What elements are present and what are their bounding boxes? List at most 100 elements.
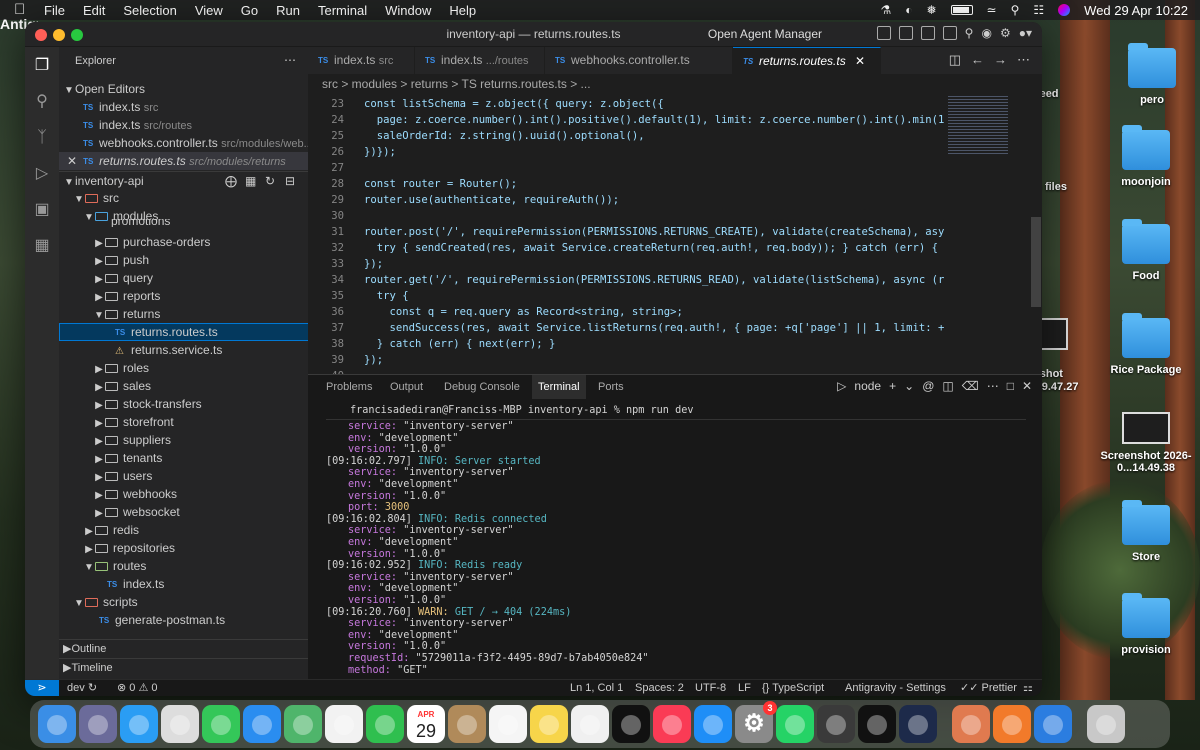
speedometer-icon[interactable]: ◐ bbox=[905, 3, 912, 17]
gear-icon[interactable]: ⚙ bbox=[1000, 26, 1011, 40]
code-line[interactable]: 33}); bbox=[308, 256, 944, 272]
desktop-item-rice-package[interactable]: Rice Package bbox=[1101, 313, 1191, 376]
code-line[interactable]: 31 router.post('/', requirePermission(PER… bbox=[308, 224, 982, 240]
problems-indicator[interactable]: ⊗ 0 ⚠ 0 bbox=[117, 680, 158, 696]
split-terminal-icon[interactable]: ◫ bbox=[942, 379, 953, 393]
code-line[interactable]: 25 saleOrderId: z.string().uuid().option… bbox=[308, 128, 944, 144]
open-agent-manager-button[interactable]: Open Agent Manager bbox=[708, 27, 822, 41]
dock-app-launchpad[interactable] bbox=[79, 705, 117, 743]
open-editor-item[interactable]: TS index.ts src bbox=[59, 98, 308, 116]
dock-app-screen-sharing[interactable] bbox=[1034, 705, 1072, 743]
menu-help[interactable]: Help bbox=[449, 3, 476, 18]
dock-app-tiktok[interactable] bbox=[858, 705, 896, 743]
copilot-icon[interactable]: @ bbox=[922, 379, 934, 393]
code-line[interactable]: 34 router.get('/', requirePermission(PERM… bbox=[308, 272, 982, 288]
go-back-icon[interactable]: ← bbox=[971, 52, 984, 68]
tree-folder-query[interactable]: ▶ query bbox=[59, 269, 308, 287]
desktop-item-moonjoin[interactable]: moonjoin bbox=[1101, 125, 1191, 188]
code-line[interactable]: 27 bbox=[308, 160, 944, 176]
wifi-icon[interactable]: ≃ bbox=[987, 3, 997, 17]
code-line[interactable]: 23 const listSchema = z.object({ query: z… bbox=[308, 96, 944, 112]
open-editor-item-active[interactable]: ✕ TS returns.routes.ts src/modules/returns bbox=[59, 152, 308, 170]
desktop-item-pero[interactable]: pero bbox=[1107, 43, 1197, 106]
dock-app-finder[interactable] bbox=[38, 705, 76, 743]
tab-ports[interactable]: Ports bbox=[598, 375, 624, 399]
dock-app-iphone-mirroring[interactable] bbox=[817, 705, 855, 743]
tree-folder-webhooks[interactable]: ▶ webhooks bbox=[59, 485, 308, 503]
search-icon[interactable]: ⚲ bbox=[33, 93, 51, 111]
control-center-icon[interactable]: ☷ bbox=[1033, 3, 1044, 17]
run-debug-icon[interactable]: ▷ bbox=[33, 165, 51, 183]
indentation[interactable]: Spaces: 2 bbox=[635, 680, 684, 696]
desktop-item-provision[interactable]: provision bbox=[1101, 593, 1191, 656]
tab-terminal[interactable]: Terminal bbox=[532, 375, 586, 399]
new-file-icon[interactable]: ⨁ bbox=[225, 172, 237, 190]
dock-app-music[interactable] bbox=[653, 705, 691, 743]
code-editor[interactable]: 23 const listSchema = z.object({ query: z… bbox=[308, 94, 1042, 374]
dock-app-safari[interactable] bbox=[120, 705, 158, 743]
tree-folder-suppliers[interactable]: ▶ suppliers bbox=[59, 431, 308, 449]
notifications-icon[interactable]: ⚏ bbox=[1023, 680, 1033, 696]
tree-file-generate-postman[interactable]: TS generate-postman.ts bbox=[59, 611, 308, 629]
outline-section[interactable]: ▶Outline bbox=[59, 639, 308, 658]
close-icon[interactable]: ✕ bbox=[67, 154, 77, 168]
more-actions-icon[interactable]: ⋯ bbox=[987, 379, 999, 393]
code-line[interactable]: 39}); bbox=[308, 352, 944, 368]
code-line[interactable]: 35 try { bbox=[308, 288, 944, 304]
settings-indicator[interactable]: Antigravity - Settings bbox=[845, 680, 946, 696]
toggle-secondary-sidebar-icon[interactable] bbox=[920, 26, 935, 40]
dock-app-contacts[interactable] bbox=[448, 705, 486, 743]
open-editor-item[interactable]: TS index.ts src/routes bbox=[59, 116, 308, 134]
new-folder-icon[interactable]: ▦ bbox=[245, 172, 256, 190]
menu-edit[interactable]: Edit bbox=[83, 3, 105, 18]
dock-app-claude[interactable] bbox=[952, 705, 990, 743]
editor-scrollbar[interactable] bbox=[1031, 217, 1041, 307]
tree-folder-purchase-orders[interactable]: ▶ purchase-orders bbox=[59, 233, 308, 251]
tree-folder-roles[interactable]: ▶ roles bbox=[59, 359, 308, 377]
account-icon[interactable]: ●▾ bbox=[1019, 26, 1032, 40]
menu-run[interactable]: Run bbox=[276, 3, 300, 18]
tree-file-returns-routes[interactable]: TS returns.routes.ts bbox=[59, 323, 308, 341]
tree-file-returns-service[interactable]: ⚠ returns.service.ts bbox=[59, 341, 308, 359]
source-control-icon[interactable]: ᛉ bbox=[33, 129, 51, 147]
close-icon[interactable]: ✕ bbox=[855, 54, 865, 68]
language-mode[interactable]: {} TypeScript bbox=[762, 680, 824, 696]
code-line[interactable]: 26})}); bbox=[308, 144, 944, 160]
desktop-item-screenshot[interactable]: Screenshot 2026-0...14.49.38 bbox=[1100, 412, 1192, 474]
terminal-shell-name[interactable]: node bbox=[854, 379, 881, 393]
tree-folder-src[interactable]: ▼ src bbox=[59, 189, 308, 207]
tab-problems[interactable]: Problems bbox=[326, 375, 372, 399]
chrome-icon[interactable]: ◉ bbox=[981, 26, 991, 40]
battery-icon[interactable] bbox=[950, 5, 973, 15]
dock-app-whatsapp[interactable] bbox=[776, 705, 814, 743]
prettier-indicator[interactable]: ✓✓ Prettier bbox=[960, 680, 1017, 696]
tab-webhooks-controller[interactable]: TS webhooks.controller.ts bbox=[545, 47, 733, 74]
menu-clock[interactable]: Wed 29 Apr 10:22 bbox=[1084, 3, 1188, 18]
tree-folder-stock-transfers[interactable]: ▶ stock-transfers bbox=[59, 395, 308, 413]
code-line[interactable]: 30 bbox=[308, 208, 944, 224]
code-line[interactable]: 24 page: z.coerce.number().int().positiv… bbox=[308, 112, 976, 128]
maximize-panel-icon[interactable]: □ bbox=[1007, 379, 1014, 393]
explorer-icon[interactable]: ❐ bbox=[33, 57, 51, 75]
tab-output[interactable]: Output bbox=[390, 375, 423, 399]
tree-folder-repositories[interactable]: ▶ repositories bbox=[59, 539, 308, 557]
tab-returns-routes[interactable]: TS returns.routes.ts ✕ bbox=[733, 47, 881, 74]
remote-explorer-icon[interactable]: ▣ bbox=[33, 201, 51, 219]
tree-folder-users[interactable]: ▶ users bbox=[59, 467, 308, 485]
open-editors-header[interactable]: ▼Open Editors bbox=[59, 80, 308, 98]
collapse-all-icon[interactable]: ⊟ bbox=[285, 172, 295, 190]
code-line[interactable]: 38 } catch (err) { next(err); } bbox=[308, 336, 944, 352]
code-line[interactable]: 32 try { sendCreated(res, await Service.… bbox=[308, 240, 982, 256]
tree-folder-partial[interactable]: promotions bbox=[59, 219, 308, 227]
encoding[interactable]: UTF-8 bbox=[695, 680, 726, 696]
open-editor-item[interactable]: TS webhooks.controller.ts src/modules/web… bbox=[59, 134, 308, 152]
menu-view[interactable]: View bbox=[195, 3, 223, 18]
desktop-item-food[interactable]: Food bbox=[1101, 219, 1191, 282]
more-actions-icon[interactable]: ⋯ bbox=[284, 53, 296, 67]
dock-app-app-store[interactable] bbox=[694, 705, 732, 743]
toggle-sidebar-icon[interactable] bbox=[876, 26, 891, 40]
dock-app-reminders[interactable] bbox=[489, 705, 527, 743]
dock-app-mail[interactable] bbox=[243, 705, 281, 743]
search-icon[interactable]: ⚲ bbox=[1011, 3, 1020, 17]
tree-folder-websocket[interactable]: ▶ websocket bbox=[59, 503, 308, 521]
